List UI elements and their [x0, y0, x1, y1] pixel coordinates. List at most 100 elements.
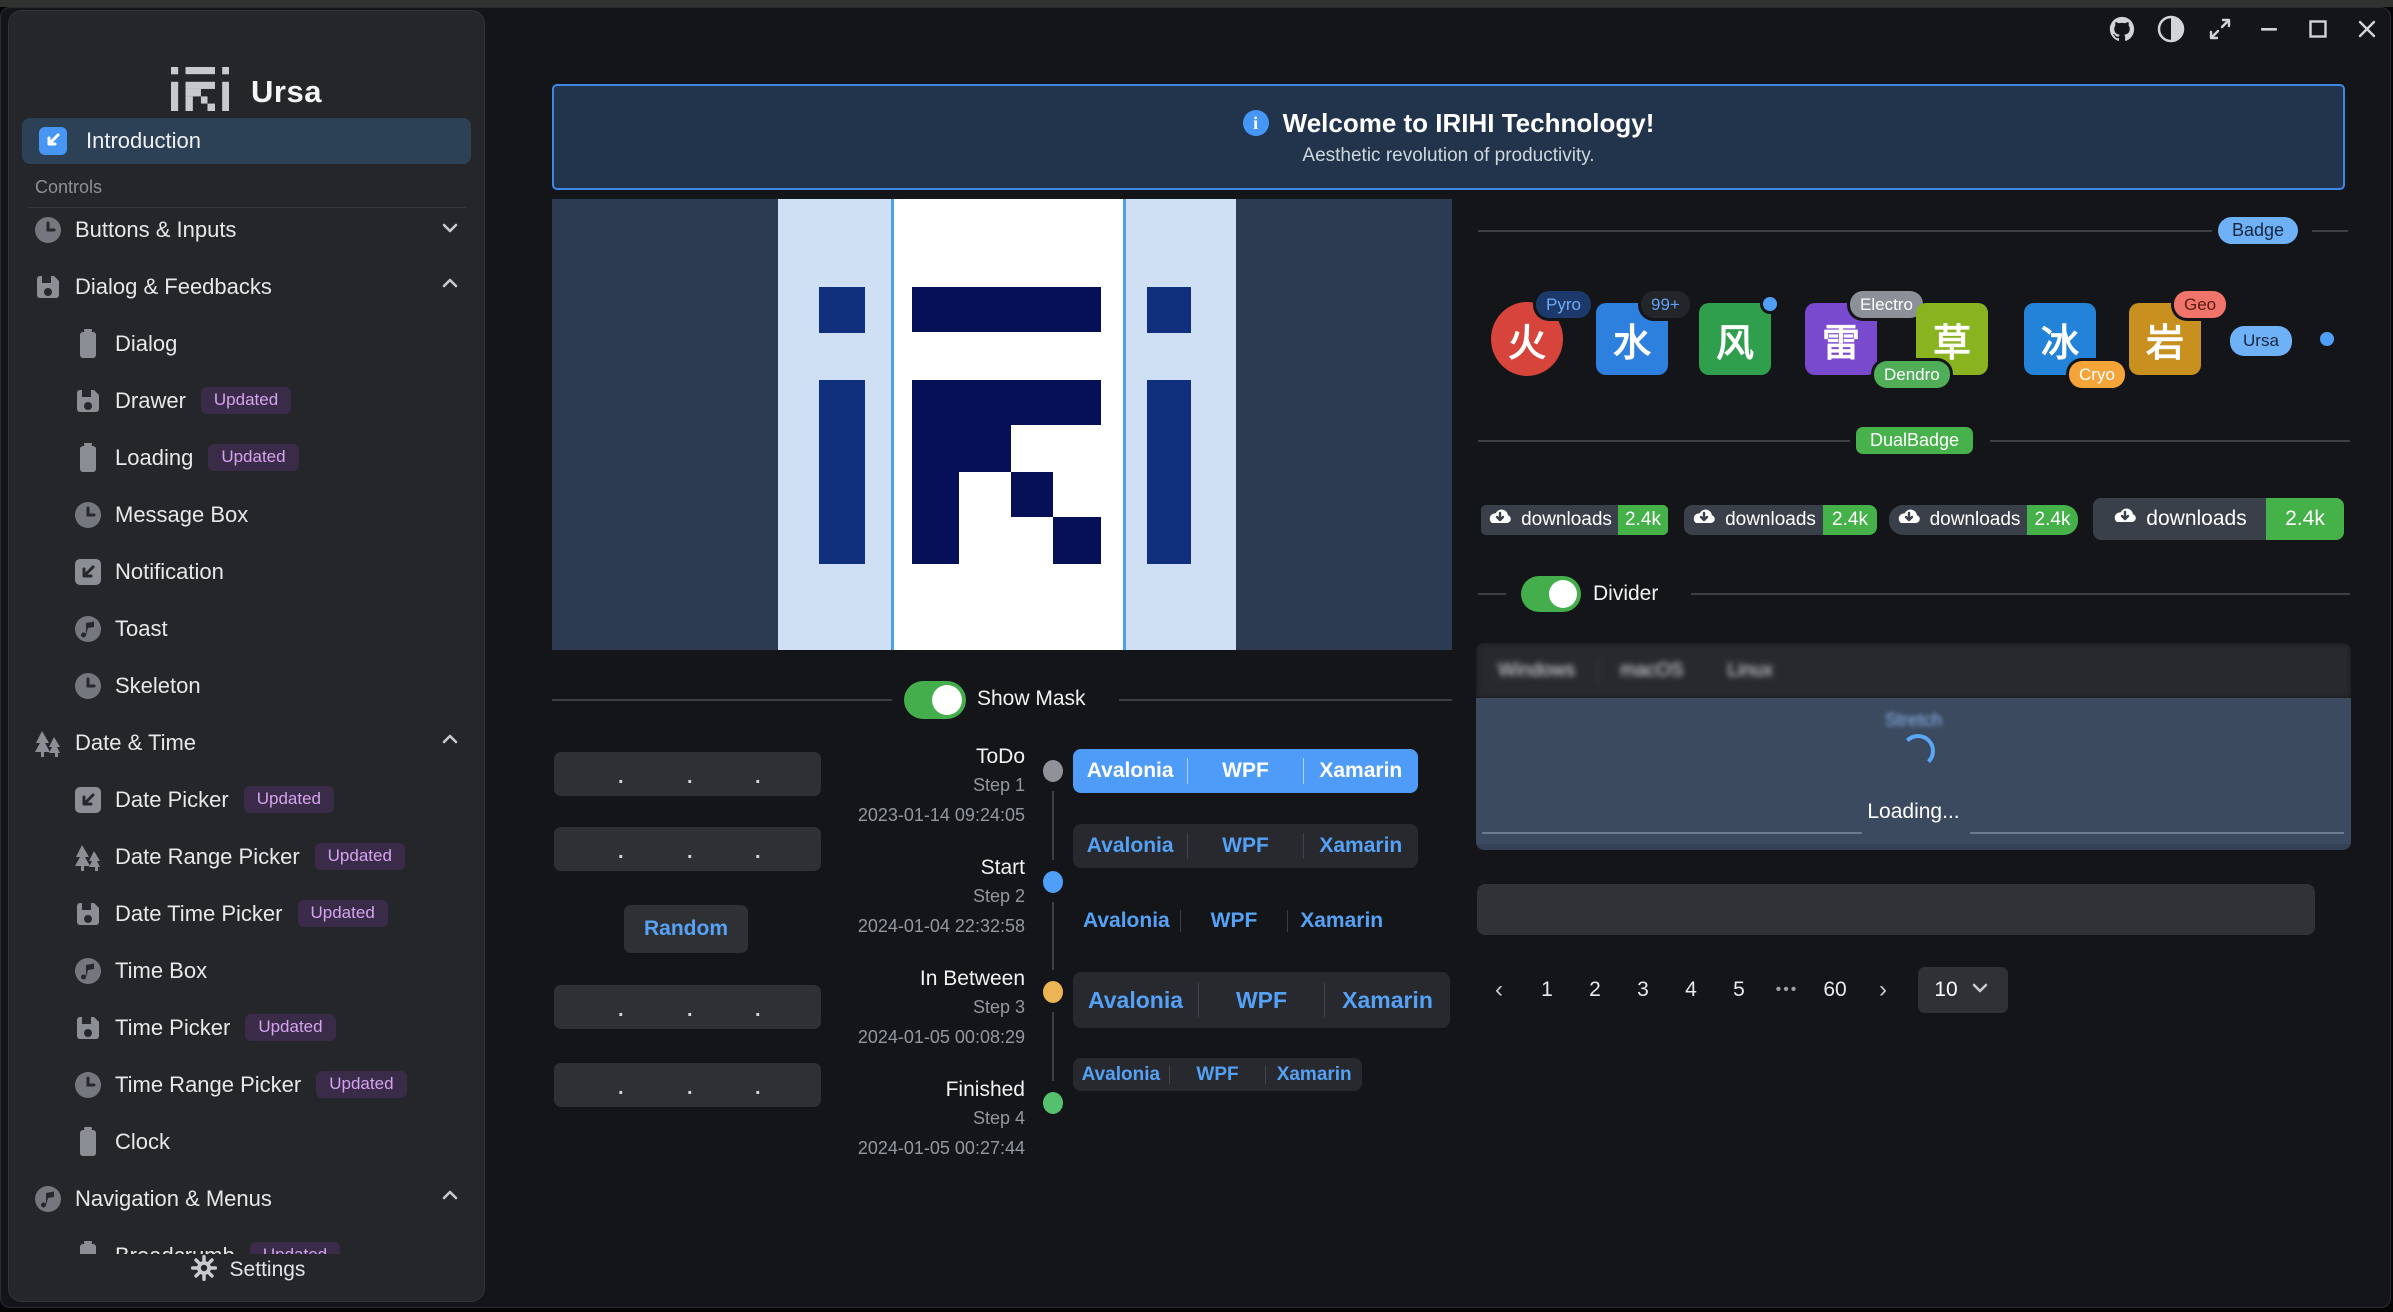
pagination-page-2[interactable]: 2 — [1578, 978, 1612, 1002]
ipv4-input-3[interactable]: ... — [554, 985, 821, 1029]
sidebar-item-message-box[interactable]: Message Box — [9, 486, 485, 543]
minimize-icon[interactable] — [2255, 14, 2283, 44]
segment-button-wpf[interactable]: WPF — [1188, 834, 1302, 858]
segment-button-wpf[interactable]: WPF — [1188, 759, 1302, 783]
sidebar-item-date-time[interactable]: Date & Time — [9, 714, 485, 771]
cloud-download-icon — [1691, 507, 1717, 533]
step-title: Finished — [800, 1077, 1025, 1103]
segmented-button-group-2: AvaloniaWPFXamarin — [1073, 824, 1418, 868]
ip-dot-separator: . — [687, 1077, 693, 1100]
pagination-ellipsis[interactable]: ••• — [1770, 981, 1804, 999]
sidebar-item-time-box[interactable]: Time Box — [9, 942, 485, 999]
sidebar-item-buttons-inputs[interactable]: Buttons & Inputs — [9, 201, 485, 258]
sidebar-item-skeleton[interactable]: Skeleton — [9, 657, 485, 714]
trees-icon — [33, 728, 63, 758]
sidebar-item-time-picker[interactable]: Time PickerUpdated — [9, 999, 485, 1056]
sidebar-item-notification[interactable]: Notification — [9, 543, 485, 600]
chevron-up-icon — [438, 728, 462, 757]
badge-avatar-char: 风 — [1699, 303, 1771, 375]
badge-avatar-2: 水99+ — [1596, 303, 1668, 375]
step-connector-line — [1052, 902, 1054, 970]
segment-button-wpf[interactable]: WPF — [1181, 909, 1288, 933]
sidebar-item-label: Buttons & Inputs — [75, 217, 236, 243]
badge-avatar-7: 岩Geo — [2129, 303, 2201, 375]
expand-icon[interactable] — [2206, 14, 2234, 44]
sidebar-item-drawer[interactable]: DrawerUpdated — [9, 372, 485, 429]
irihi-logo-hero-image — [552, 199, 1452, 650]
pagination-page-3[interactable]: 3 — [1626, 978, 1660, 1002]
show-mask-label: Show Mask — [977, 687, 1086, 711]
segment-button-xamarin[interactable]: Xamarin — [1325, 987, 1450, 1014]
segment-button-wpf[interactable]: WPF — [1199, 987, 1324, 1014]
segment-button-avalonia[interactable]: Avalonia — [1073, 759, 1187, 783]
ipv4-input-4[interactable]: ... — [554, 1063, 821, 1107]
dual-badge-downloads-3: downloads2.4k — [1889, 505, 2078, 535]
ipv4-input-2[interactable]: ... — [554, 827, 821, 871]
chevron-up-icon — [438, 272, 462, 301]
sidebar-item-clock[interactable]: Clock — [9, 1113, 485, 1170]
maximize-icon[interactable] — [2304, 14, 2332, 44]
segment-button-xamarin[interactable]: Xamarin — [1288, 909, 1395, 933]
pagination-next-button[interactable]: › — [1866, 976, 1900, 1004]
sidebar-item-label: Time Picker — [115, 1015, 230, 1041]
pagination-prev-button[interactable]: ‹ — [1482, 976, 1516, 1004]
chevron-down-icon — [438, 215, 462, 244]
segment-button-xamarin[interactable]: Xamarin — [1266, 1064, 1362, 1086]
divider-toggle[interactable] — [1521, 576, 1581, 612]
cloud-download-icon — [1896, 507, 1922, 533]
pagination-page-1[interactable]: 1 — [1530, 978, 1564, 1002]
dual-badge-value: 2.4k — [2027, 505, 2078, 535]
step-number: Step 3 — [800, 992, 1025, 1022]
settings-button[interactable]: Settings — [9, 1247, 485, 1293]
text-input[interactable] — [1477, 884, 2315, 935]
pagination-page-5[interactable]: 5 — [1722, 978, 1756, 1002]
sidebar-item-navigation-menus[interactable]: Navigation & Menus — [9, 1170, 485, 1227]
ipv4-input-1[interactable]: ... — [554, 752, 821, 796]
sidebar-item-introduction[interactable]: Introduction — [22, 118, 471, 164]
ip-dot-separator: . — [687, 999, 693, 1022]
step-item-2: Start Step 2 2024-01-04 22:32:58 — [800, 855, 1025, 941]
segment-button-avalonia[interactable]: Avalonia — [1073, 909, 1180, 933]
sidebar-item-date-range-picker[interactable]: Date Range PickerUpdated — [9, 828, 485, 885]
pagination-page-60[interactable]: 60 — [1818, 978, 1852, 1002]
segment-button-avalonia[interactable]: Avalonia — [1073, 987, 1198, 1014]
sidebar-item-label: Date Range Picker — [115, 844, 300, 870]
show-mask-toggle[interactable] — [904, 681, 966, 719]
sidebar-item-label: Time Range Picker — [115, 1072, 301, 1098]
sidebar-item-toast[interactable]: Toast — [9, 600, 485, 657]
pagination-page-4[interactable]: 4 — [1674, 978, 1708, 1002]
segmented-button-group-1: AvaloniaWPFXamarin — [1073, 749, 1418, 793]
github-icon[interactable] — [2108, 14, 2136, 44]
sidebar-item-date-time-picker[interactable]: Date Time PickerUpdated — [9, 885, 485, 942]
sidebar-item-dialog[interactable]: Dialog — [9, 315, 485, 372]
sidebar-item-label: Loading — [115, 445, 193, 471]
ip-dot-separator: . — [687, 766, 693, 789]
segment-button-wpf[interactable]: WPF — [1170, 1064, 1266, 1086]
segment-button-avalonia[interactable]: Avalonia — [1073, 1064, 1169, 1086]
sidebar-item-dialog-feedbacks[interactable]: Dialog & Feedbacks — [9, 258, 485, 315]
sidebar-item-loading[interactable]: LoadingUpdated — [9, 429, 485, 486]
tab-macos[interactable]: macOS — [1598, 660, 1705, 682]
badge-dot — [1763, 297, 1777, 311]
divider-line — [552, 699, 892, 701]
clock-icon — [73, 500, 103, 530]
segment-button-xamarin[interactable]: Xamarin — [1304, 834, 1418, 858]
tab-control-panel: WindowsmacOSLinux Stretch Loading... — [1476, 643, 2351, 850]
random-button[interactable]: Random — [624, 905, 748, 953]
floppy-icon — [73, 1013, 103, 1043]
page-size-dropdown[interactable]: 10 — [1918, 967, 2008, 1013]
theme-toggle-icon[interactable] — [2157, 14, 2185, 44]
segment-button-xamarin[interactable]: Xamarin — [1304, 759, 1418, 783]
sidebar-item-label: Clock — [115, 1129, 170, 1155]
step-status-dot — [1043, 871, 1063, 893]
dual-badge-downloads-4: downloads2.4k — [2093, 498, 2344, 540]
battery-icon — [73, 1127, 103, 1157]
close-icon[interactable] — [2353, 14, 2381, 44]
badge-avatar-4: 雷Electro — [1805, 303, 1877, 375]
sidebar-item-date-picker[interactable]: Date PickerUpdated — [9, 771, 485, 828]
segment-button-avalonia[interactable]: Avalonia — [1073, 834, 1187, 858]
sidebar-item-time-range-picker[interactable]: Time Range PickerUpdated — [9, 1056, 485, 1113]
tab-linux[interactable]: Linux — [1705, 660, 1794, 682]
tab-windows[interactable]: Windows — [1476, 660, 1597, 682]
step-status-dot — [1043, 760, 1063, 782]
